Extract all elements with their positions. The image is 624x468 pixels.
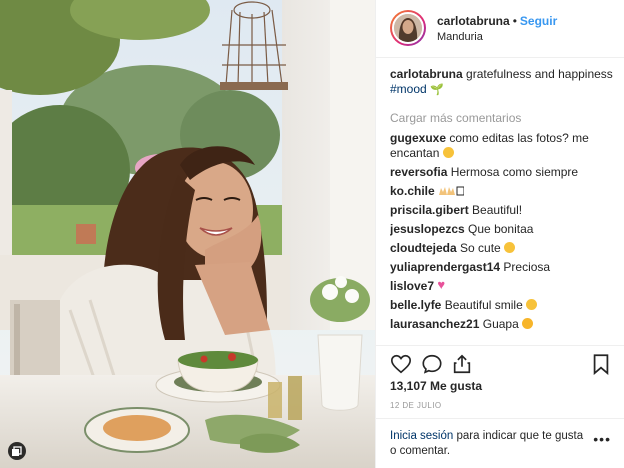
post-photo[interactable] (0, 0, 375, 468)
comments-list[interactable]: carlotabruna gratefulness and happiness … (390, 67, 616, 345)
avatar[interactable] (390, 10, 426, 46)
action-icons (390, 353, 612, 377)
smiling-face-icon (442, 147, 454, 158)
comment-text: Hermosa como siempre (450, 165, 579, 179)
username-link[interactable]: carlotabruna (437, 14, 510, 28)
comment-item: yuliaprendergast14 Preciosa (390, 260, 616, 275)
login-prompt-text: Inicia sesión para indicar que te gusta … (390, 429, 590, 459)
post-header: carlotabruna • Seguir Manduria (376, 0, 624, 58)
comment-username[interactable]: lislove7 (390, 279, 434, 293)
post-photo-image (0, 0, 375, 468)
comment-item: jesuslopezcs Que bonitaa (390, 222, 616, 237)
share-icon[interactable] (451, 353, 473, 375)
sparkling-heart-icon (437, 277, 449, 292)
location-link[interactable]: Manduria (437, 31, 483, 43)
instagram-post: carlotabruna • Seguir Manduria carlotabrun… (0, 0, 624, 468)
comment-item: cloudtejeda So cute (390, 241, 616, 256)
blush-face-icon (504, 242, 516, 253)
comment-item: ko.chile (390, 184, 616, 199)
comment-item: priscila.gibert Beautiful! (390, 203, 616, 218)
separator-dot: • (512, 14, 517, 28)
comment-username[interactable]: reversofia (390, 165, 447, 179)
comment-username[interactable]: cloudtejeda (390, 241, 457, 255)
user-line: carlotabruna • Seguir (437, 14, 557, 28)
comment-username[interactable]: jesuslopezcs (390, 222, 465, 236)
load-more-comments-button[interactable]: Cargar más comentarios (390, 111, 616, 125)
comment-text: So cute (460, 241, 501, 255)
likes-count[interactable]: 13,107 Me gusta (390, 379, 482, 393)
caption-hashtag[interactable]: #mood (390, 82, 427, 96)
comment-username[interactable]: priscila.gibert (390, 203, 469, 217)
comment-item: reversofia Hermosa como siempre (390, 165, 616, 180)
caption-text: gratefulness and happiness (466, 67, 613, 81)
comment-username[interactable]: belle.lyfe (390, 298, 441, 312)
comment-username[interactable]: laurasanchez21 (390, 317, 479, 331)
comment-text: Preciosa (503, 260, 551, 274)
post-date: 12 DE JULIO (390, 401, 442, 410)
login-link[interactable]: Inicia sesión (390, 430, 453, 442)
heart-icon[interactable] (390, 353, 412, 375)
comment-text: Guapa (482, 317, 519, 331)
comment-text: Beautiful! (472, 203, 523, 217)
caption-username[interactable]: carlotabruna (390, 67, 463, 81)
raising-hands-icon (438, 184, 465, 198)
comment-text: Beautiful smile (444, 298, 523, 312)
heart-eyes-icon (526, 299, 538, 310)
comment-username[interactable]: ko.chile (390, 184, 435, 198)
comment-text: Que bonitaa (468, 222, 534, 236)
comment-item: gugexuxe como editas las fotos? me encan… (390, 131, 616, 161)
comment-username[interactable]: gugexuxe (390, 131, 446, 145)
carousel-badge-icon (8, 442, 26, 460)
more-options-icon[interactable]: ••• (593, 431, 611, 447)
comment-username[interactable]: yuliaprendergast14 (390, 260, 500, 274)
kiss-face-icon (522, 318, 534, 329)
follow-button[interactable]: Seguir (520, 14, 557, 28)
post-sidebar: carlotabruna • Seguir Manduria carlotabrun… (375, 0, 624, 468)
seedling-icon: 🌱 (430, 84, 444, 96)
comment-item: lislove7 (390, 277, 616, 294)
bookmark-icon[interactable] (590, 353, 612, 376)
comment-icon[interactable] (421, 353, 443, 375)
comment-item: belle.lyfe Beautiful smile (390, 298, 616, 313)
post-caption: carlotabruna gratefulness and happiness … (390, 67, 616, 98)
comment-item: laurasanchez21 Guapa (390, 317, 616, 332)
login-prompt: Inicia sesión para indicar que te gusta … (376, 418, 624, 468)
